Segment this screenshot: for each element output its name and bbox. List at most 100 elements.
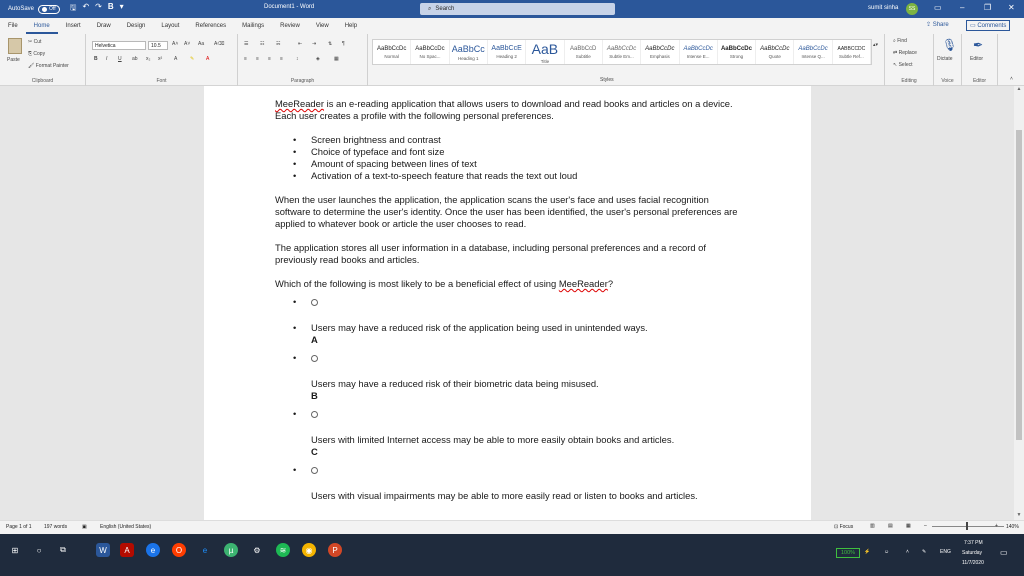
styles-scroll-icon[interactable]: ▴▾ — [873, 42, 878, 48]
dictate-button[interactable]: Dictate — [937, 56, 953, 62]
word-app-icon[interactable]: W — [96, 543, 110, 557]
paste-icon[interactable] — [8, 38, 22, 54]
radio-option-d[interactable] — [311, 467, 318, 474]
format-painter-button[interactable]: 🖌 Format Painter — [28, 63, 69, 69]
font-size-select[interactable]: 10.5 — [148, 41, 168, 50]
undo-icon[interactable]: ↶ — [82, 2, 89, 16]
people-icon[interactable]: ☺ — [884, 549, 889, 555]
comments-button[interactable]: ▭ Comments — [966, 20, 1011, 31]
editor-pen-icon[interactable]: ✒ — [973, 38, 983, 52]
strikethrough-icon[interactable]: ab — [132, 56, 138, 62]
windows-start-icon[interactable]: ⊞ — [8, 543, 22, 557]
style-subtle-emphasis[interactable]: AaBbCcDc Subtle Em... — [603, 40, 642, 64]
sort-icon[interactable]: ⇅ — [328, 41, 332, 47]
text-effects-icon[interactable]: A — [174, 56, 177, 62]
scroll-up-icon[interactable]: ▲ — [1014, 86, 1024, 94]
font-name-select[interactable]: Helvetica — [92, 41, 146, 50]
settings-gear-icon[interactable]: ⚙ — [250, 543, 264, 557]
highlight-icon[interactable]: ✎ — [190, 56, 194, 62]
user-name[interactable]: sumit sinha — [868, 5, 898, 11]
style-intense-emphasis[interactable]: AaBbCcDc Intense E... — [680, 40, 718, 64]
tab-insert[interactable]: Insert — [58, 18, 89, 34]
borders-icon[interactable]: ▦ — [334, 56, 339, 62]
power-plug-icon[interactable]: ⚡ — [864, 549, 870, 555]
opera-app-icon[interactable]: O — [172, 543, 186, 557]
tab-view[interactable]: View — [308, 18, 337, 34]
zoom-in-icon[interactable]: + — [995, 523, 998, 529]
tab-help[interactable]: Help — [337, 18, 365, 34]
share-button[interactable]: ⇪ Share — [926, 21, 949, 28]
avatar[interactable]: SS — [906, 3, 918, 15]
style-strong[interactable]: AaBbCcDc Strong — [718, 40, 757, 64]
page-count[interactable]: Page 1 of 1 — [6, 524, 32, 530]
line-spacing-icon[interactable]: ↕ — [296, 56, 299, 62]
radio-option-b[interactable] — [311, 355, 318, 362]
zoom-slider[interactable] — [932, 526, 1004, 527]
shrink-font-icon[interactable]: A˅ — [184, 41, 190, 47]
copy-button[interactable]: ⎘ Copy — [28, 51, 45, 57]
show-marks-icon[interactable]: ¶ — [342, 41, 345, 47]
scrollbar-thumb[interactable] — [1016, 130, 1022, 440]
align-center-icon[interactable]: ≡ — [256, 56, 259, 62]
superscript-icon[interactable]: x² — [158, 56, 162, 62]
style-heading-2[interactable]: AaBbCcE Heading 2 — [488, 40, 527, 64]
tab-mailings[interactable]: Mailings — [234, 18, 272, 34]
save-icon[interactable]: 🖫 — [70, 2, 77, 16]
shading-icon[interactable]: ◈ — [316, 56, 320, 62]
chrome-app-icon[interactable]: ◉ — [302, 543, 316, 557]
minimize-icon[interactable]: – — [960, 3, 964, 12]
bullets-icon[interactable]: ☰ — [244, 41, 248, 47]
paste-button[interactable]: Paste — [7, 57, 20, 63]
scroll-down-icon[interactable]: ▼ — [1014, 512, 1024, 520]
decrease-indent-icon[interactable]: ⇤ — [298, 41, 302, 47]
search-circle-icon[interactable]: ○ — [32, 543, 46, 557]
change-case-icon[interactable]: Aa — [198, 41, 204, 47]
tab-design[interactable]: Design — [119, 18, 154, 34]
zoom-level[interactable]: 140% — [1006, 524, 1019, 530]
grow-font-icon[interactable]: A˄ — [172, 41, 178, 47]
clear-format-icon[interactable]: A⌫ — [214, 41, 224, 47]
editor-button[interactable]: Editor — [970, 56, 983, 62]
style-normal[interactable]: AaBbCcDc Normal — [373, 40, 412, 64]
font-color-icon[interactable]: A — [206, 56, 209, 62]
numbering-icon[interactable]: ☷ — [260, 41, 264, 47]
web-layout-icon[interactable]: ▦ — [906, 523, 911, 529]
zoom-slider-thumb[interactable] — [966, 522, 968, 530]
tab-review[interactable]: Review — [272, 18, 308, 34]
input-language[interactable]: ENG — [940, 549, 951, 555]
tab-file[interactable]: File — [0, 18, 26, 34]
show-hidden-icons[interactable]: ˄ — [906, 549, 909, 555]
align-right-icon[interactable]: ≡ — [268, 56, 271, 62]
tab-layout[interactable]: Layout — [153, 18, 187, 34]
multilevel-icon[interactable]: ☵ — [276, 41, 280, 47]
microphone-icon[interactable]: 🎙 — [942, 38, 957, 52]
read-mode-icon[interactable]: ▥ — [870, 523, 875, 529]
word-count[interactable]: 197 words — [44, 524, 67, 530]
document-page[interactable]: MeeReader is an e-reading application th… — [204, 86, 811, 520]
align-left-icon[interactable]: ≡ — [244, 56, 247, 62]
pdf-app-icon[interactable]: A — [120, 543, 134, 557]
autosave-toggle[interactable]: Off — [38, 4, 60, 14]
style-title[interactable]: AaB Title — [526, 40, 565, 64]
powerpoint-app-icon[interactable]: P — [328, 543, 342, 557]
italic-icon[interactable]: I — [106, 56, 107, 62]
spotify-app-icon[interactable]: ≋ — [276, 543, 290, 557]
style-quote[interactable]: AaBbCcDc Quote — [756, 40, 795, 64]
proofing-icon[interactable]: ▣ — [82, 524, 87, 530]
style-subtitle[interactable]: AaBbCcD Subtitle — [565, 40, 603, 64]
search-box[interactable]: ⌕ Search — [420, 3, 615, 15]
find-button[interactable]: ⌕ Find — [893, 38, 907, 44]
subscript-icon[interactable]: x₂ — [146, 56, 150, 62]
radio-option-c[interactable] — [311, 411, 318, 418]
clock-time[interactable]: 7:37 PM — [964, 540, 983, 546]
collapse-ribbon-icon[interactable]: ˄ — [1010, 76, 1013, 82]
utorrent-app-icon[interactable]: µ — [224, 543, 238, 557]
increase-indent-icon[interactable]: ⇥ — [312, 41, 316, 47]
select-button[interactable]: ↖ Select — [893, 62, 913, 68]
task-view-icon[interactable]: ⧉ — [56, 543, 70, 557]
notification-icon[interactable]: ▭ — [1000, 548, 1008, 557]
zoom-out-icon[interactable]: – — [924, 523, 927, 529]
replace-button[interactable]: ⇄ Replace — [893, 50, 917, 56]
ie-app-icon[interactable]: e — [198, 543, 212, 557]
clock-date[interactable]: 11/7/2020 — [962, 560, 984, 566]
